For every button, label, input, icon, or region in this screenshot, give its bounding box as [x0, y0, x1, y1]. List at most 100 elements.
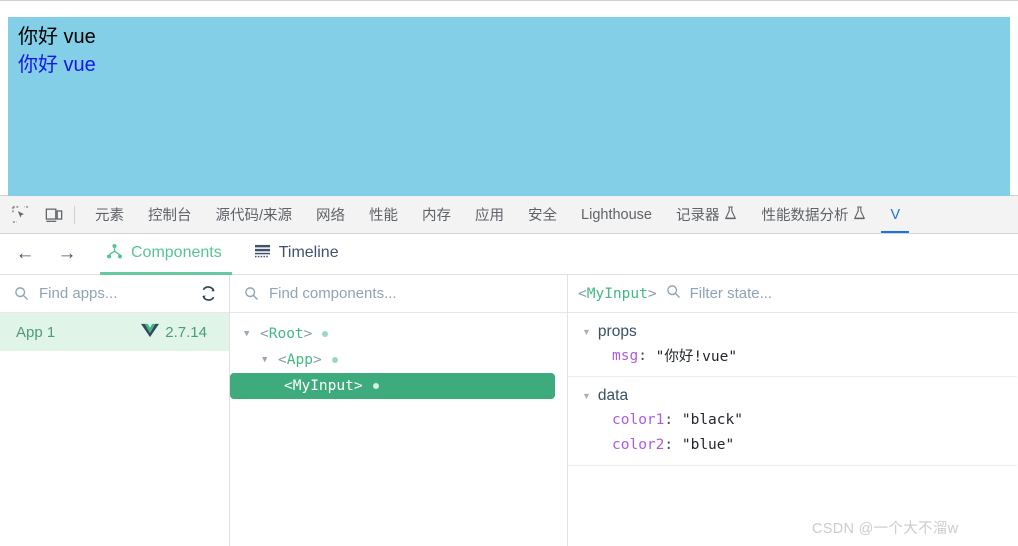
component-name: Root [268, 326, 304, 342]
devtools-tab-elements[interactable]: 元素 [83, 196, 136, 233]
component-name: App [286, 352, 313, 368]
state-colon: : [664, 411, 682, 428]
flask-icon [853, 205, 866, 224]
devtools-tab-label: 控制台 [148, 208, 192, 224]
device-toolbar-icon[interactable] [40, 202, 68, 228]
chevron-down-icon[interactable]: ▼ [262, 355, 272, 365]
inspect-element-icon[interactable] [6, 202, 34, 228]
state-pane-header: <MyInput> Filter state... [568, 275, 1017, 313]
selected-component-label: <MyInput> [578, 285, 657, 302]
devtools-tab-label: 内存 [422, 208, 452, 224]
find-apps-search-row[interactable]: Find apps... [0, 275, 229, 313]
vue-devtools-panes: Find apps... App 1 2.7.14 Find component… [0, 275, 1018, 546]
devtools-tab-label: 网络 [316, 208, 346, 224]
app-name: App 1 [16, 323, 56, 341]
state-entry[interactable]: color2: "blue" [568, 432, 1017, 457]
tree-row[interactable]: ▼ <Root> [230, 321, 567, 347]
browser-page-viewport: 你好 vue 你好 vue [0, 0, 1018, 196]
vue-logo-icon [141, 323, 160, 342]
chevron-down-icon[interactable]: ▼ [582, 391, 591, 401]
app-version-label: 2.7.14 [165, 323, 207, 341]
tab-label: Components [131, 244, 222, 261]
component-tree-icon [106, 243, 123, 265]
list-item[interactable]: App 1 2.7.14 [0, 313, 229, 351]
find-apps-input[interactable]: Find apps... [39, 285, 187, 302]
devtools-tab-label: 源代码/来源 [215, 208, 293, 224]
components-pane: Find components... ▼ <Root> ▼ <App> <MyI… [230, 275, 568, 546]
devtools-tab-recorder[interactable]: 记录器 [664, 196, 750, 233]
devtools-tab-network[interactable]: 网络 [304, 196, 357, 233]
page-content-area: 你好 vue 你好 vue [8, 17, 1010, 196]
tree-row[interactable]: ▼ <App> [230, 347, 567, 373]
state-value: "你好!vue" [655, 349, 738, 365]
search-icon [244, 286, 259, 301]
devtools-tab-memory[interactable]: 内存 [410, 196, 463, 233]
state-pane: <MyInput> Filter state... ▼ props msg: "… [568, 275, 1017, 546]
state-group-data: ▼ data color1: "black" color2: "blue" [568, 377, 1017, 466]
app-version: 2.7.14 [141, 323, 207, 342]
devtools-tab-label: Lighthouse [581, 206, 652, 223]
devtools-tab-security[interactable]: 安全 [516, 196, 569, 233]
devtools-tab-application[interactable]: 应用 [463, 196, 516, 233]
devtools-tab-performance-insights[interactable]: 性能数据分析 [749, 196, 878, 233]
page-text-line-1: 你好 vue [18, 26, 96, 48]
apps-pane: Find apps... App 1 2.7.14 [0, 275, 230, 546]
component-tag: <App> [278, 352, 322, 368]
chevron-down-icon[interactable]: ▼ [582, 327, 591, 337]
page-text-line-2: 你好 vue [18, 54, 96, 76]
filter-state-input[interactable]: Filter state... [690, 285, 1007, 302]
component-status-dot [322, 331, 329, 337]
watermark: CSDN @一个大不溜w [812, 521, 959, 537]
devtools-tab-label: 元素 [95, 208, 124, 224]
state-group-props: ▼ props msg: "你好!vue" [568, 313, 1017, 377]
devtools-tab-lighthouse[interactable]: Lighthouse [569, 196, 664, 233]
state-value: "blue" [681, 436, 735, 453]
tab-label: Timeline [278, 244, 339, 261]
search-icon [14, 286, 29, 301]
state-key: color2 [612, 436, 665, 453]
state-group-header[interactable]: ▼ props [568, 313, 1017, 343]
chevron-down-icon[interactable]: ▼ [244, 329, 254, 339]
devtools-tab-vue[interactable]: V [878, 196, 912, 233]
devtools-tab-label: 记录器 [675, 208, 720, 224]
component-name: MyInput [292, 378, 354, 394]
devtools-tab-label: 应用 [475, 208, 505, 224]
search-icon [666, 284, 681, 304]
state-value: "black" [681, 411, 743, 428]
timeline-icon [254, 244, 271, 264]
tab-components[interactable]: Components [100, 234, 232, 275]
state-entry[interactable]: msg: "你好!vue" [568, 343, 1017, 368]
vue-devtools-subnav: ← → Components Timeline [0, 234, 1018, 275]
state-group-header[interactable]: ▼ data [568, 377, 1017, 407]
selected-component-name: MyInput [586, 285, 648, 302]
find-components-input[interactable]: Find components... [269, 285, 557, 302]
back-arrow-icon[interactable]: ← [8, 239, 42, 269]
tree-row[interactable]: <MyInput> [230, 373, 555, 399]
state-entry[interactable]: color1: "black" [568, 407, 1017, 432]
component-status-dot [372, 383, 379, 389]
devtools-tab-sources[interactable]: 源代码/来源 [204, 196, 305, 233]
flask-icon [724, 205, 737, 224]
devtools-tab-label: 安全 [528, 208, 558, 224]
state-colon: : [638, 347, 656, 364]
find-components-search-row[interactable]: Find components... [230, 275, 567, 313]
devtools-tab-label: V [890, 206, 901, 223]
component-tag: <MyInput> [284, 378, 363, 394]
devtools-tab-console[interactable]: 控制台 [136, 196, 204, 233]
forward-arrow-icon[interactable]: → [50, 239, 84, 269]
toolbar-divider [74, 205, 75, 224]
state-key: msg [612, 347, 639, 364]
refresh-icon[interactable] [197, 283, 219, 305]
tab-timeline[interactable]: Timeline [248, 234, 349, 275]
devtools-tab-strip: 元素 控制台 源代码/来源 网络 性能 内存 应用 安全 Lighthouse … [0, 196, 1018, 234]
devtools-tab-label: 性能 [369, 208, 399, 224]
state-group-title: props [597, 323, 637, 340]
state-key: color1 [612, 411, 665, 428]
state-colon: : [664, 436, 682, 453]
component-status-dot [331, 357, 338, 363]
devtools-tab-performance[interactable]: 性能 [357, 196, 410, 233]
state-group-title: data [597, 387, 629, 404]
devtools-tab-label: 性能数据分析 [761, 208, 849, 224]
component-tree: ▼ <Root> ▼ <App> <MyInput> [230, 313, 567, 399]
component-tag: <Root> [260, 326, 313, 342]
